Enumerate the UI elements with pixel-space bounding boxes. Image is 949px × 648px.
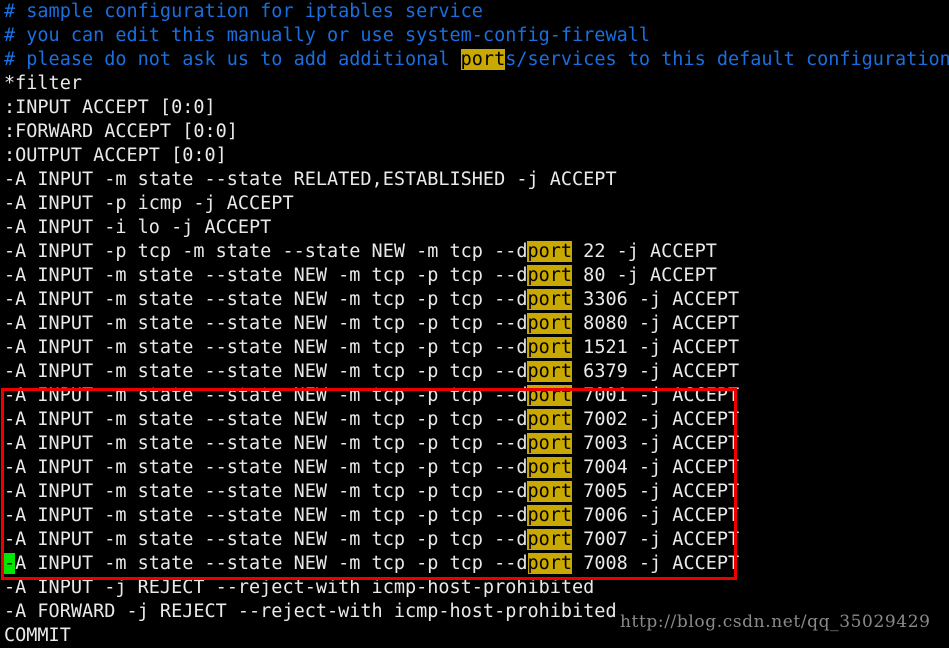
code-text: 3306 -j ACCEPT	[572, 289, 740, 310]
code-text: 80 -j ACCEPT	[572, 265, 717, 286]
code-text: 7007 -j ACCEPT	[572, 529, 740, 550]
code-line[interactable]: -A INPUT -p tcp -m state --state NEW -m …	[4, 240, 949, 264]
code-text: -A INPUT -m state --state NEW -m tcp -p …	[4, 361, 528, 382]
code-text: 7004 -j ACCEPT	[572, 457, 740, 478]
code-text: -A INPUT -m state --state NEW -m tcp -p …	[4, 457, 528, 478]
code-text: A INPUT -m state --state NEW -m tcp -p t…	[15, 553, 528, 574]
code-line[interactable]: -A INPUT -m state --state NEW -m tcp -p …	[4, 552, 949, 576]
code-line[interactable]: :OUTPUT ACCEPT [0:0]	[4, 144, 949, 168]
code-text: -A INPUT -m state --state NEW -m tcp -p …	[4, 529, 528, 550]
code-text: 6379 -j ACCEPT	[572, 361, 740, 382]
code-line[interactable]: -A INPUT -i lo -j ACCEPT	[4, 216, 949, 240]
code-line[interactable]: # please do not ask us to add additional…	[4, 48, 949, 72]
search-highlight: port	[527, 505, 573, 526]
code-line[interactable]: -A INPUT -m state --state NEW -m tcp -p …	[4, 264, 949, 288]
code-text: -A INPUT -m state --state NEW -m tcp -p …	[4, 385, 528, 406]
code-line[interactable]: -A INPUT -m state --state NEW -m tcp -p …	[4, 336, 949, 360]
search-highlight: port	[527, 529, 573, 550]
code-text: # you can edit this manually or use syst…	[4, 25, 651, 46]
code-text: -A INPUT -m state --state RELATED,ESTABL…	[4, 169, 617, 190]
search-highlight: port	[527, 313, 573, 334]
code-text: 7005 -j ACCEPT	[572, 481, 740, 502]
search-highlight: port	[527, 481, 573, 502]
code-line[interactable]: :FORWARD ACCEPT [0:0]	[4, 120, 949, 144]
watermark-url: http://blog.csdn.net/qq_35029429	[620, 612, 931, 632]
code-text: -A INPUT -m state --state NEW -m tcp -p …	[4, 505, 528, 526]
search-highlight: port	[527, 553, 573, 574]
code-line[interactable]: *filter	[4, 72, 949, 96]
code-line[interactable]: :INPUT ACCEPT [0:0]	[4, 96, 949, 120]
code-text: 7008 -j ACCEPT	[572, 553, 740, 574]
code-line[interactable]: -A INPUT -m state --state NEW -m tcp -p …	[4, 288, 949, 312]
code-text: -A INPUT -m state --state NEW -m tcp -p …	[4, 313, 528, 334]
code-text: :INPUT ACCEPT [0:0]	[4, 97, 216, 118]
terminal-window[interactable]: # sample configuration for iptables serv…	[0, 0, 949, 646]
code-text: -A INPUT -m state --state NEW -m tcp -p …	[4, 289, 528, 310]
search-highlight: port	[527, 361, 573, 382]
search-highlight: port	[527, 241, 573, 262]
search-highlight: port	[527, 337, 573, 358]
code-text: # sample configuration for iptables serv…	[4, 1, 483, 22]
code-text: -A INPUT -p tcp -m state --state NEW -m …	[4, 241, 528, 262]
code-line[interactable]: -A INPUT -m state --state NEW -m tcp -p …	[4, 384, 949, 408]
code-text: -A INPUT -m state --state NEW -m tcp -p …	[4, 265, 528, 286]
code-line[interactable]: -A INPUT -m state --state NEW -m tcp -p …	[4, 432, 949, 456]
code-text: COMMIT	[4, 625, 71, 646]
search-highlight: port	[527, 265, 573, 286]
search-highlight: port	[527, 385, 573, 406]
code-line[interactable]: -A INPUT -p icmp -j ACCEPT	[4, 192, 949, 216]
code-text: -A INPUT -m state --state NEW -m tcp -p …	[4, 433, 528, 454]
code-text: 7002 -j ACCEPT	[572, 409, 740, 430]
search-highlight: port	[527, 433, 573, 454]
code-text: 8080 -j ACCEPT	[572, 313, 740, 334]
code-line[interactable]: -A INPUT -m state --state NEW -m tcp -p …	[4, 408, 949, 432]
code-line[interactable]: # sample configuration for iptables serv…	[4, 0, 949, 24]
code-line[interactable]: -A INPUT -m state --state NEW -m tcp -p …	[4, 456, 949, 480]
code-text: :FORWARD ACCEPT [0:0]	[4, 121, 238, 142]
code-text: 7003 -j ACCEPT	[572, 433, 740, 454]
code-text: 1521 -j ACCEPT	[572, 337, 740, 358]
search-highlight: port	[527, 289, 573, 310]
config-file-text[interactable]: # sample configuration for iptables serv…	[4, 0, 949, 648]
code-line[interactable]: -A INPUT -m state --state NEW -m tcp -p …	[4, 360, 949, 384]
code-text: -A INPUT -p icmp -j ACCEPT	[4, 193, 294, 214]
text-cursor: -	[4, 553, 16, 574]
code-text: -A INPUT -j REJECT --reject-with icmp-ho…	[4, 577, 595, 598]
code-text: -A INPUT -m state --state NEW -m tcp -p …	[4, 409, 528, 430]
search-highlight: port	[527, 409, 573, 430]
code-text: -A INPUT -i lo -j ACCEPT	[4, 217, 272, 238]
code-text: -A INPUT -m state --state NEW -m tcp -p …	[4, 337, 528, 358]
code-line[interactable]: -A INPUT -m state --state NEW -m tcp -p …	[4, 480, 949, 504]
code-text: 7001 -j ACCEPT	[572, 385, 740, 406]
code-text: *filter	[4, 73, 82, 94]
code-text: s/services to this default configuration	[505, 49, 949, 70]
code-line[interactable]: -A INPUT -m state --state NEW -m tcp -p …	[4, 504, 949, 528]
code-line[interactable]: -A INPUT -j REJECT --reject-with icmp-ho…	[4, 576, 949, 600]
code-text: -A INPUT -m state --state NEW -m tcp -p …	[4, 481, 528, 502]
code-line[interactable]: # you can edit this manually or use syst…	[4, 24, 949, 48]
search-highlight: port	[527, 457, 573, 478]
code-text: -A FORWARD -j REJECT --reject-with icmp-…	[4, 601, 617, 622]
code-text: # please do not ask us to add additional	[4, 49, 461, 70]
code-text: 22 -j ACCEPT	[572, 241, 717, 262]
code-line[interactable]: -A INPUT -m state --state RELATED,ESTABL…	[4, 168, 949, 192]
code-line[interactable]: -A INPUT -m state --state NEW -m tcp -p …	[4, 312, 949, 336]
search-highlight: port	[460, 49, 506, 70]
code-text: :OUTPUT ACCEPT [0:0]	[4, 145, 227, 166]
code-text: 7006 -j ACCEPT	[572, 505, 740, 526]
code-line[interactable]: -A INPUT -m state --state NEW -m tcp -p …	[4, 528, 949, 552]
